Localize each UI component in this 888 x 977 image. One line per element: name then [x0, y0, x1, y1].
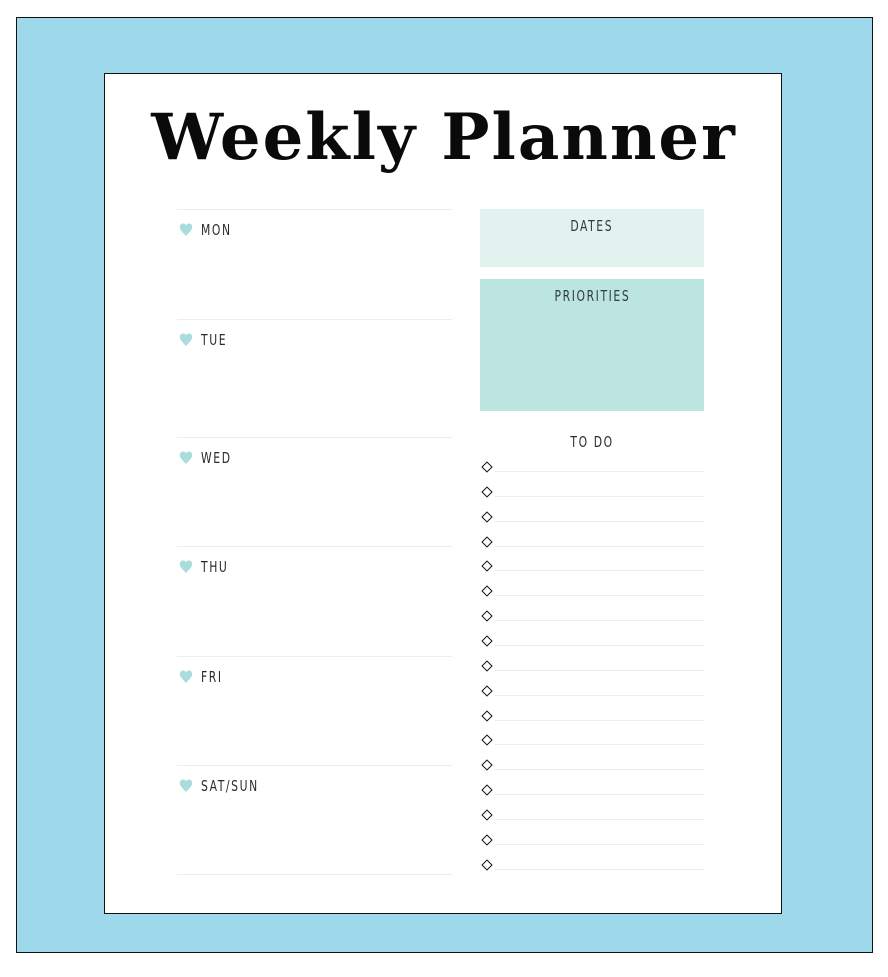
todo-item[interactable] — [480, 758, 704, 782]
day-label: MON — [201, 221, 232, 239]
day-header: WED — [179, 449, 239, 467]
day-section[interactable]: THU — [177, 546, 452, 657]
day-header: SAT/SUN — [179, 777, 273, 795]
priorities-label: PRIORITIES — [554, 287, 630, 305]
day-section[interactable]: TUE — [177, 319, 452, 438]
day-section[interactable]: FRI — [177, 656, 452, 766]
todo-item[interactable] — [480, 460, 704, 484]
todo-line[interactable] — [495, 545, 704, 547]
day-header: FRI — [179, 668, 228, 686]
todo-item[interactable] — [480, 485, 704, 509]
todo-item[interactable] — [480, 709, 704, 733]
todo-item[interactable] — [480, 858, 704, 882]
dates-label: DATES — [570, 217, 614, 235]
day-label: WED — [201, 449, 232, 467]
diamond-bullet-icon[interactable] — [481, 759, 493, 771]
todo-line[interactable] — [495, 520, 704, 522]
todo-line[interactable] — [495, 620, 704, 622]
todo-line[interactable] — [495, 818, 704, 820]
heart-icon — [179, 560, 193, 573]
diamond-bullet-icon[interactable] — [481, 858, 493, 871]
todo-item[interactable] — [480, 535, 704, 559]
todo-line[interactable] — [495, 669, 704, 671]
todo-item[interactable] — [480, 808, 704, 832]
diamond-bullet-icon[interactable] — [481, 660, 493, 672]
todo-item[interactable] — [480, 684, 704, 708]
todo-item[interactable] — [480, 559, 704, 583]
diamond-bullet-icon[interactable] — [481, 734, 493, 747]
dates-box[interactable]: DATES — [480, 209, 704, 267]
heart-icon — [179, 670, 193, 683]
diamond-bullet-icon[interactable] — [481, 560, 493, 573]
todo-line[interactable] — [495, 769, 704, 771]
diamond-bullet-icon[interactable] — [481, 709, 493, 722]
todo-line[interactable] — [495, 471, 704, 472]
todo-item[interactable] — [480, 659, 704, 683]
diamond-bullet-icon[interactable] — [481, 585, 493, 597]
todo-line[interactable] — [495, 570, 704, 572]
todo-line[interactable] — [495, 495, 704, 497]
todo-header: TO DO — [480, 433, 704, 452]
diamond-bullet-icon[interactable] — [481, 784, 493, 796]
todo-line[interactable] — [495, 843, 704, 845]
priorities-box[interactable]: PRIORITIES — [480, 279, 704, 411]
diamond-bullet-icon[interactable] — [481, 535, 493, 548]
todo-item[interactable] — [480, 609, 704, 633]
heart-icon — [179, 223, 193, 236]
todo-line[interactable] — [495, 694, 704, 696]
diamond-bullet-icon[interactable] — [481, 461, 493, 473]
day-header: TUE — [179, 331, 234, 349]
todo-line[interactable] — [495, 868, 704, 870]
todo-item[interactable] — [480, 833, 704, 857]
todo-line[interactable] — [495, 744, 704, 746]
day-label: THU — [201, 558, 229, 576]
day-label: FRI — [201, 668, 223, 686]
diamond-bullet-icon[interactable] — [481, 486, 493, 498]
todo-line[interactable] — [495, 595, 704, 597]
day-list-bottom-divider — [177, 874, 452, 875]
todo-line[interactable] — [495, 794, 704, 796]
page-title: Weekly Planner — [151, 100, 737, 175]
todo-item[interactable] — [480, 584, 704, 608]
todo-item[interactable] — [480, 634, 704, 658]
diamond-bullet-icon[interactable] — [481, 511, 493, 523]
heart-icon — [179, 333, 193, 346]
day-label: TUE — [201, 331, 228, 349]
todo-item[interactable] — [480, 510, 704, 534]
todo-item[interactable] — [480, 783, 704, 807]
diamond-bullet-icon[interactable] — [481, 684, 493, 697]
heart-icon — [179, 451, 193, 464]
todo-line[interactable] — [495, 644, 704, 646]
day-header: MON — [179, 221, 239, 239]
diamond-bullet-icon[interactable] — [481, 635, 493, 647]
todo-title: TO DO — [570, 433, 614, 451]
todo-line[interactable] — [495, 719, 704, 721]
diamond-bullet-icon[interactable] — [481, 610, 493, 622]
day-section[interactable]: SAT/SUN — [177, 765, 452, 875]
day-header: THU — [179, 558, 235, 576]
diamond-bullet-icon[interactable] — [481, 834, 493, 846]
day-label: SAT/SUN — [201, 777, 259, 795]
heart-icon — [179, 779, 193, 792]
todo-item[interactable] — [480, 733, 704, 757]
diamond-bullet-icon[interactable] — [481, 809, 493, 821]
day-section[interactable]: WED — [177, 437, 452, 547]
day-section[interactable]: MON — [177, 209, 452, 320]
